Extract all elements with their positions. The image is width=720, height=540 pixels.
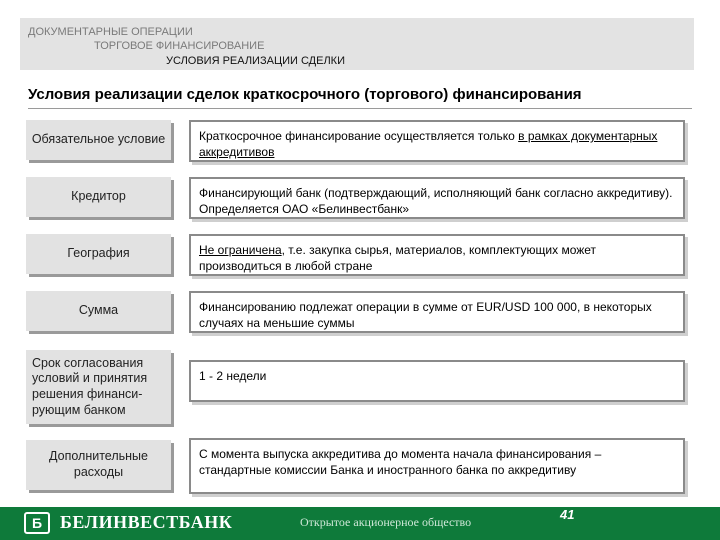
- label-additional-costs: Дополнительные расходы: [26, 440, 171, 490]
- label-text: Кредитор: [71, 189, 126, 204]
- value-text: 1 - 2 недели: [199, 369, 267, 383]
- breadcrumb-level-1: ДОКУМЕНТАРНЫЕ ОПЕРАЦИИ: [28, 26, 193, 38]
- label-creditor: Кредитор: [26, 177, 171, 217]
- breadcrumb-level-2: ТОРГОВОЕ ФИНАНСИРОВАНИЕ: [94, 40, 265, 52]
- page-title: Условия реализации сделок краткосрочного…: [28, 86, 582, 103]
- value-additional-costs: С момента выпуска аккредитива до момента…: [189, 438, 685, 494]
- value-mandatory-condition: Краткосрочное финансирование осуществляе…: [189, 120, 685, 162]
- label-text: География: [67, 246, 130, 261]
- value-text: Краткосрочное финансирование осуществляе…: [199, 129, 519, 143]
- label-amount: Сумма: [26, 291, 171, 331]
- value-underlined-text: Не ограничена: [199, 243, 282, 257]
- value-creditor: Финансирующий банк (подтверждающий, испо…: [189, 177, 685, 219]
- value-text: Финансирующий банк (подтверждающий, испо…: [199, 186, 673, 217]
- label-geography: География: [26, 234, 171, 274]
- belinvestbank-logo-icon: Б: [24, 512, 50, 534]
- bank-name: БЕЛИНВЕСТБАНК: [60, 512, 233, 532]
- value-text: С момента выпуска аккредитива до момента…: [199, 447, 602, 478]
- label-text: Обязательное условие: [31, 132, 166, 147]
- label-text: Срок согласования условий и принятия реш…: [32, 355, 148, 417]
- page-number: 41: [560, 507, 575, 522]
- label-text: Дополнительные расходы: [49, 449, 148, 479]
- value-text: Финансированию подлежат операции в сумме…: [199, 300, 652, 331]
- value-amount: Финансированию подлежат операции в сумме…: [189, 291, 685, 333]
- value-approval-period: 1 - 2 недели: [189, 360, 685, 402]
- breadcrumb-level-3: УСЛОВИЯ РЕАЛИЗАЦИИ СДЕЛКИ: [166, 55, 345, 67]
- org-type: Открытое акционерное общество: [300, 515, 472, 529]
- title-divider: [28, 108, 692, 109]
- label-approval-period: Срок согласования условий и принятия реш…: [26, 350, 171, 424]
- value-geography: Не ограничена, т.е. закупка сырья, матер…: [189, 234, 685, 276]
- label-mandatory-condition: Обязательное условие: [26, 120, 171, 160]
- label-text: Сумма: [78, 303, 119, 318]
